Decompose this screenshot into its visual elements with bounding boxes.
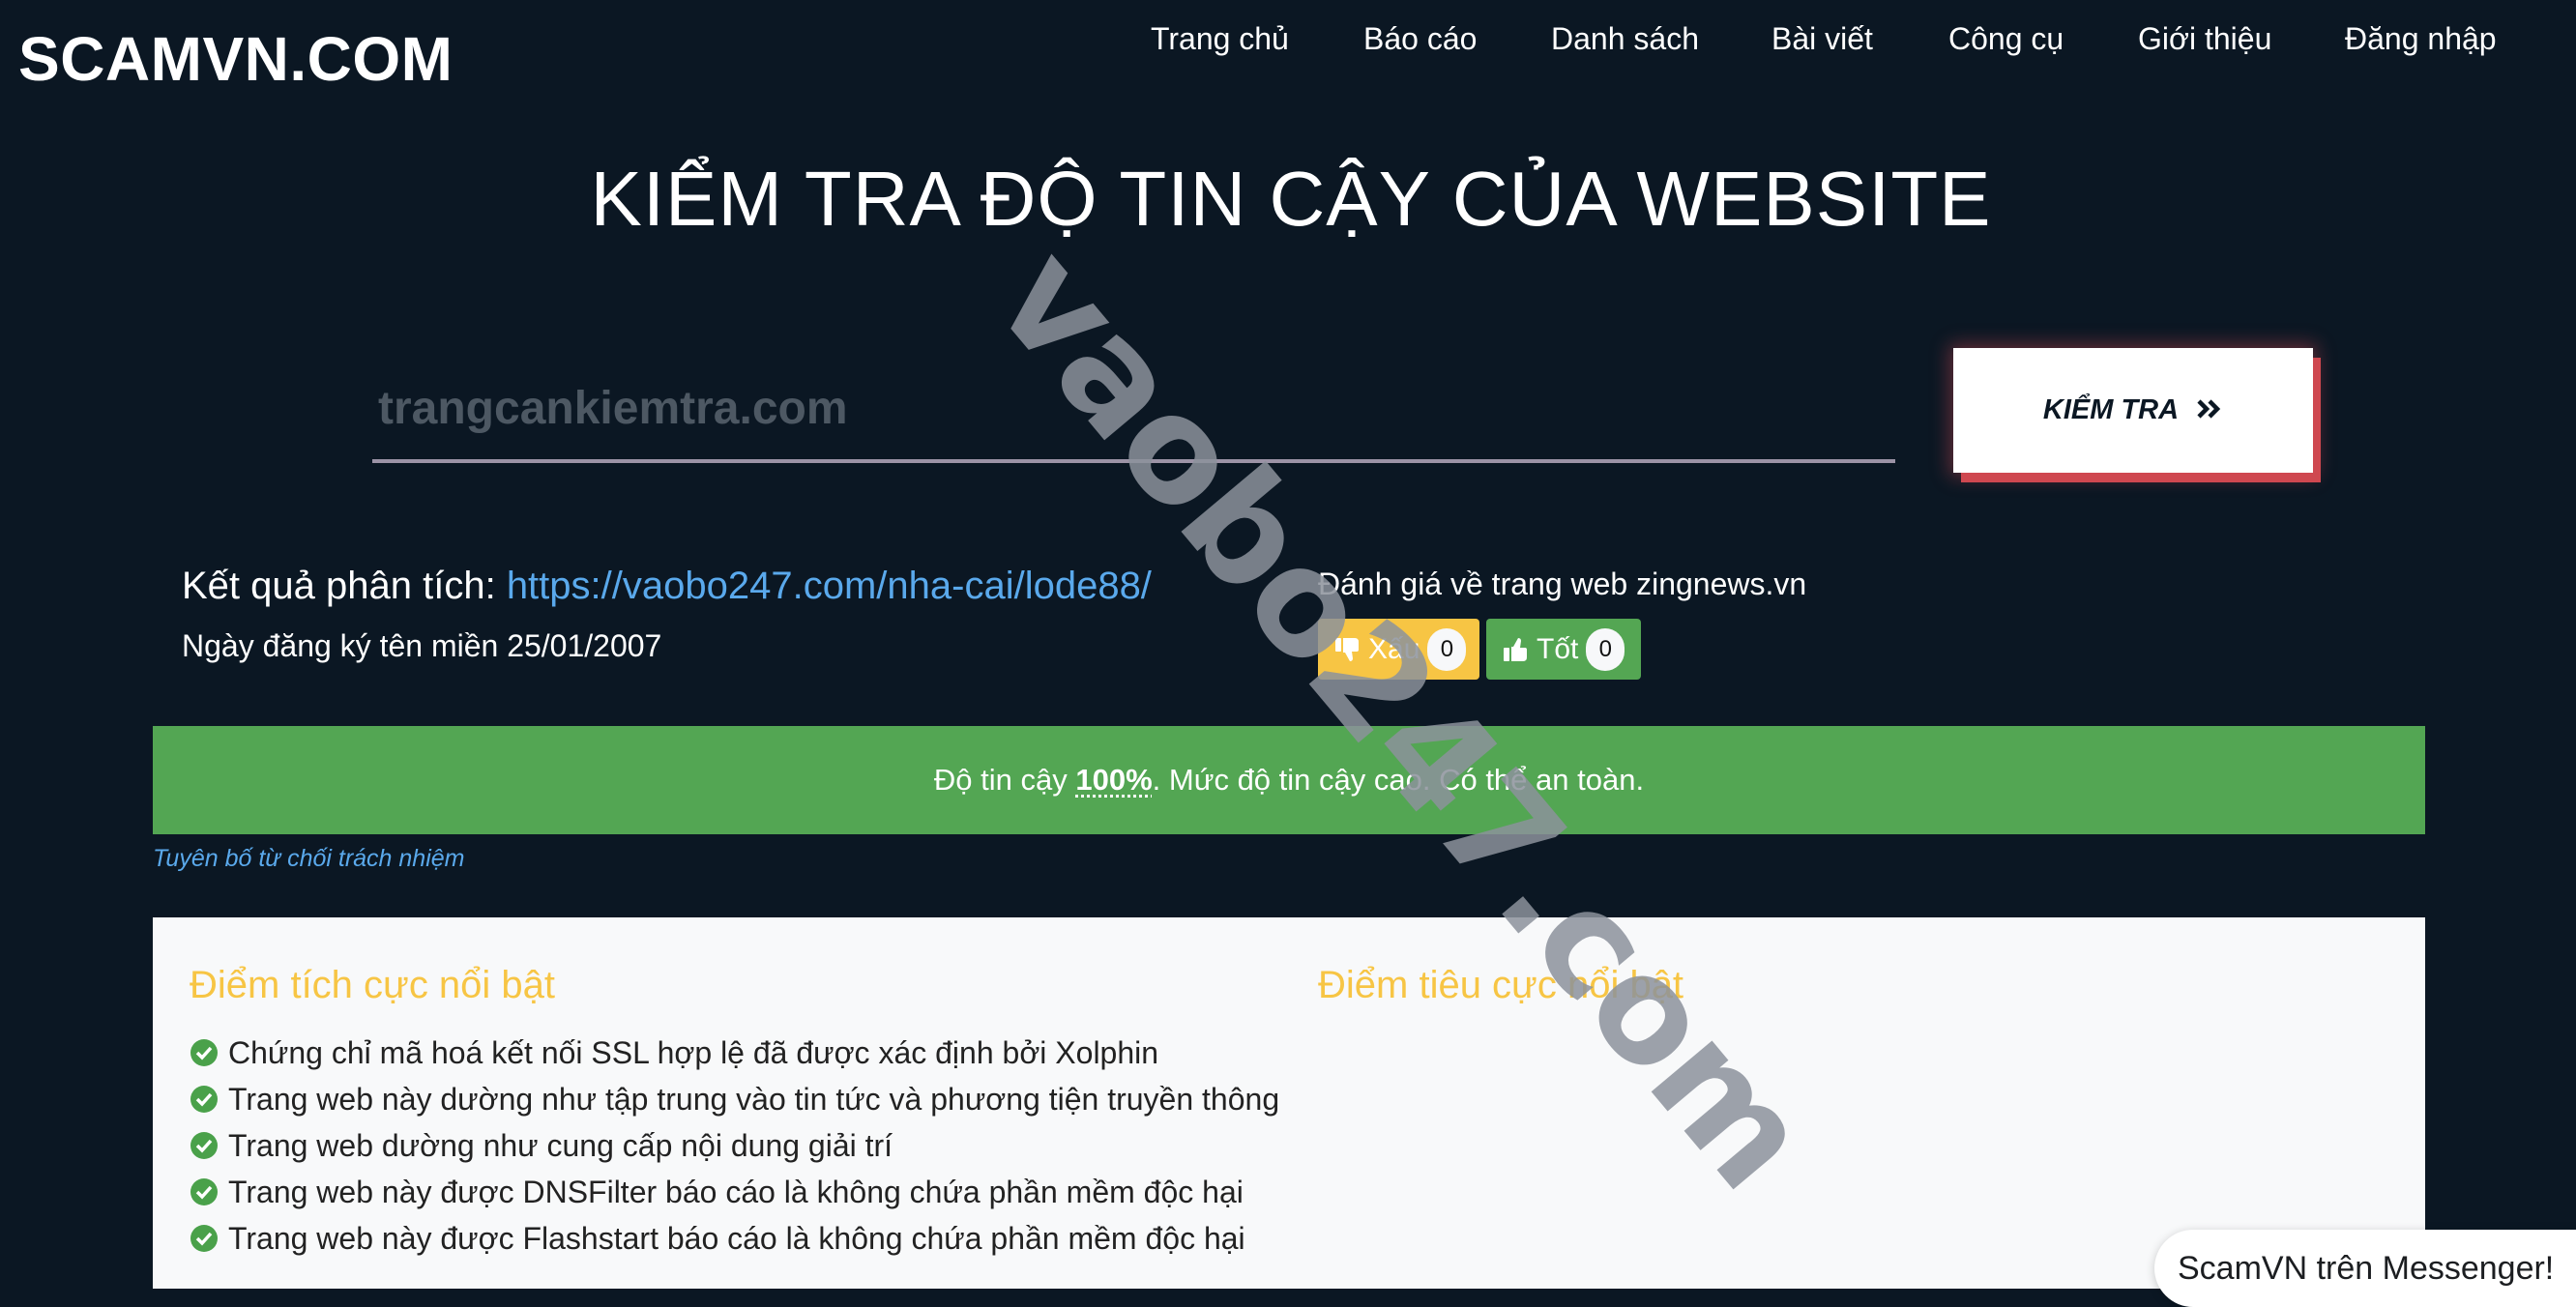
highlights-card: Điểm tích cực nổi bật Điểm tiêu cực nổi … <box>153 917 2425 1289</box>
check-circle-icon <box>190 1086 218 1113</box>
messenger-chat-widget[interactable]: ScamVN trên Messenger! <box>2154 1230 2576 1307</box>
list-item: Trang web này dường như tập trung vào ti… <box>190 1076 1279 1122</box>
page-title: KIỂM TRA ĐỘ TIN CẬY CỦA WEBSITE <box>590 156 1992 242</box>
vote-good-count: 0 <box>1586 627 1625 671</box>
nav-list[interactable]: Danh sách <box>1551 21 1699 57</box>
check-circle-icon <box>190 1039 218 1066</box>
check-circle-icon <box>190 1178 218 1205</box>
check-button[interactable]: KIỂM TRA <box>1953 348 2313 473</box>
positive-highlights-title: Điểm tích cực nổi bật <box>190 964 556 1006</box>
disclaimer-link[interactable]: Tuyên bố từ chối trách nhiệm <box>153 845 465 873</box>
nav-articles[interactable]: Bài viết <box>1771 21 1873 57</box>
positive-highlights-list: Chứng chỉ mã hoá kết nối SSL hợp lệ đã đ… <box>190 1030 1279 1262</box>
search-underline <box>372 459 1895 463</box>
check-circle-icon <box>190 1132 218 1159</box>
vote-bad-button[interactable]: Xấu 0 <box>1318 619 1479 680</box>
vote-bad-label: Xấu <box>1368 632 1420 665</box>
nav-about[interactable]: Giới thiệu <box>2138 21 2271 57</box>
nav-tools[interactable]: Công cụ <box>1948 21 2064 57</box>
list-item: Trang web dường như cung cấp nội dung gi… <box>190 1122 1279 1169</box>
website-search-input[interactable] <box>372 358 1895 458</box>
trust-prefix: Độ tin cậy <box>933 763 1076 797</box>
nav-login[interactable]: Đăng nhập <box>2345 21 2497 57</box>
vote-good-label: Tốt <box>1537 632 1579 665</box>
vote-good-button[interactable]: Tốt 0 <box>1486 619 1641 680</box>
nav-home[interactable]: Trang chủ <box>1151 21 1289 57</box>
check-circle-icon <box>190 1225 218 1252</box>
rating-title: Đánh giá về trang web zingnews.vn <box>1318 566 1807 601</box>
main-nav: Trang chủ Báo cáo Danh sách Bài viết Côn… <box>0 21 2576 64</box>
list-item: Chứng chỉ mã hoá kết nối SSL hợp lệ đã đ… <box>190 1030 1279 1076</box>
negative-highlights-title: Điểm tiêu cực nổi bật <box>1318 964 1684 1006</box>
nav-reports[interactable]: Báo cáo <box>1363 21 1477 57</box>
trust-score-banner: Độ tin cậy 100% . Mức độ tin cậy cao. Có… <box>153 726 2425 834</box>
thumbs-down-icon <box>1333 635 1362 664</box>
domain-registration-date: Ngày đăng ký tên miền 25/01/2007 <box>182 628 662 663</box>
check-button-label: KIỂM TRA <box>2042 394 2180 425</box>
analysis-result-label: Kết quả phân tích: <box>182 565 496 607</box>
analyzed-url-link[interactable]: https://vaobo247.com/nha-cai/lode88/ <box>507 565 1152 607</box>
vote-bad-count: 0 <box>1427 627 1467 671</box>
thumbs-up-icon <box>1502 635 1531 664</box>
trust-percent: 100% <box>1075 763 1153 797</box>
double-chevron-right-icon <box>2196 392 2223 429</box>
trust-suffix: . Mức độ tin cậy cao. Có thể an toàn. <box>1152 763 1645 797</box>
list-item: Trang web này được Flashstart báo cáo là… <box>190 1215 1279 1262</box>
search-field <box>372 358 1895 466</box>
analysis-result: Kết quả phân tích: https://vaobo247.com/… <box>182 565 1152 608</box>
list-item: Trang web này được DNSFilter báo cáo là … <box>190 1169 1279 1215</box>
